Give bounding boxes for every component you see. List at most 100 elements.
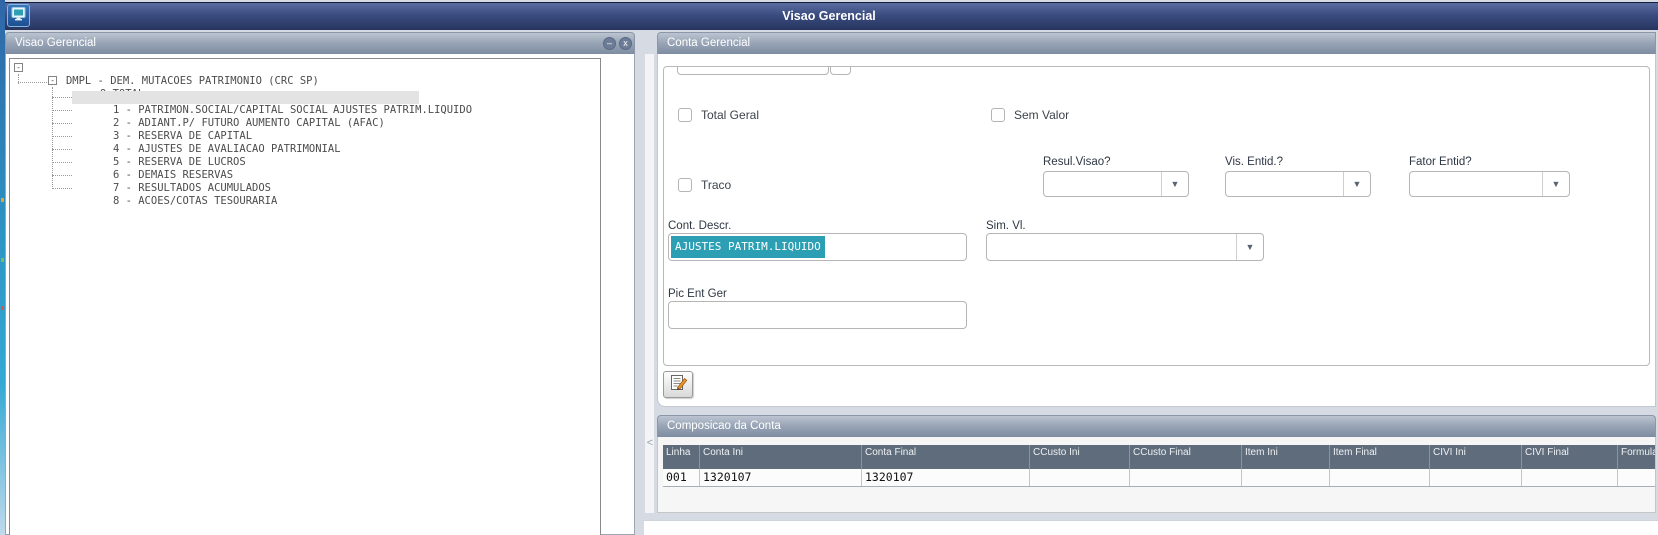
conta-gerencial-title: Conta Gerencial (667, 37, 751, 49)
pic-ent-ger-label: Pic Ent Ger (668, 288, 727, 300)
total-geral-label: Total Geral (701, 108, 760, 122)
tree-item-8[interactable]: 8 - ACOES/COTAS TESOURARIA (75, 182, 277, 207)
resul-visao-label: Resul.Visao? (1043, 156, 1111, 168)
cell-item-final (1330, 469, 1430, 486)
tree-item-3[interactable]: 3 - RESERVA DE CAPITAL (75, 117, 252, 142)
composicao-body: Linha Conta Ini Conta Final CCusto Ini C… (657, 437, 1656, 513)
cont-descr-input[interactable]: AJUSTES PATRIM.LIQUIDO (668, 233, 967, 261)
cont-descr-selected-text: AJUSTES PATRIM.LIQUIDO (671, 236, 825, 258)
left-panel-title: Visao Gerencial (15, 37, 96, 49)
edit-note-icon (669, 373, 688, 397)
tree-connector (52, 188, 72, 189)
fator-entid-label: Fator Entid? (1409, 156, 1472, 168)
tree-item-1[interactable]: 1 - PATRIMON.SOCIAL/CAPITAL SOCIAL (75, 91, 328, 116)
pic-ent-ger-input[interactable] (668, 301, 967, 329)
tree-item-label: 8 - ACOES/COTAS TESOURARIA (112, 195, 278, 207)
cell-item-ini (1242, 469, 1330, 486)
minus-glyph: - (50, 76, 55, 85)
resul-visao-value (1044, 172, 1161, 196)
sim-vl-label: Sim. Vl. (986, 220, 1026, 232)
tree-item-6[interactable]: 6 - DEMAIS RESERVAS (75, 156, 233, 181)
vis-entid-label: Vis. Entid.? (1225, 156, 1283, 168)
conta-gerencial-header: Conta Gerencial (657, 32, 1656, 54)
minimize-icon: – (606, 38, 612, 48)
edit-note-button[interactable] (663, 371, 693, 398)
table-row[interactable]: 001 1320107 1320107 (663, 469, 1655, 487)
tree-connector (52, 87, 53, 189)
fator-entid-combo[interactable]: ▼ (1409, 171, 1570, 197)
grid-col-header: Formula (1621, 447, 1656, 458)
tree-item-7[interactable]: 7 - RESULTADOS ACUMULADOS (75, 169, 271, 194)
traco-checkbox[interactable] (678, 178, 692, 192)
visao-gerencial-window: Visao Gerencial Visao Gerencial – x - DM… (0, 0, 1658, 535)
tree-expander-icon[interactable]: - (14, 63, 23, 72)
collapse-left-icon[interactable]: < (645, 436, 655, 450)
close-button[interactable]: x (619, 37, 632, 50)
cell-conta-ini: 1320107 (700, 469, 862, 486)
app-menu-button[interactable] (7, 4, 30, 27)
cell-formula (1618, 469, 1655, 486)
minimize-button[interactable]: – (603, 37, 616, 50)
cell-civi-ini (1430, 469, 1522, 486)
cell-civi-final (1522, 469, 1618, 486)
grid-col-header: Conta Final (862, 445, 1030, 469)
cell-linha: 001 (663, 469, 700, 486)
tree-item-2[interactable]: 2 - ADIANT.P/ FUTURO AUMENTO CAPITAL (AF… (75, 104, 385, 129)
tree-root-node[interactable]: DMPL - DEM. MUTACOES PATRIMONIO (CRC SP) (28, 62, 319, 87)
chevron-left-glyph: < (646, 437, 654, 449)
left-panel-header: Visao Gerencial (5, 32, 635, 54)
grid-col-header: CIVI Final (1522, 445, 1618, 469)
composicao-title: Composicao da Conta (667, 420, 781, 432)
grid-col-header: Linha (663, 445, 700, 469)
chevron-down-icon[interactable]: ▼ (1343, 172, 1370, 196)
chevron-down-icon[interactable]: ▼ (1542, 172, 1569, 196)
sem-valor-label: Sem Valor (1014, 108, 1070, 122)
tree-connector (52, 136, 72, 137)
grid-col-header: CIVI Ini (1430, 445, 1522, 469)
vis-entid-combo[interactable]: ▼ (1225, 171, 1371, 197)
tree-connector (52, 123, 72, 124)
tree-item-4[interactable]: 4 - AJUSTES DE AVALIACAO PATRIMONIAL (75, 130, 341, 155)
resul-visao-combo[interactable]: ▼ (1043, 171, 1189, 197)
tree-connector (52, 175, 72, 176)
account-tree: - DMPL - DEM. MUTACOES PATRIMONIO (CRC S… (9, 58, 601, 535)
background-window-edge (0, 0, 5, 535)
cell-conta-final: 1320107 (862, 469, 1030, 486)
background-speck (1, 258, 4, 262)
sim-vl-value (987, 234, 1236, 260)
vis-entid-value (1226, 172, 1343, 196)
total-geral-checkbox[interactable] (678, 108, 692, 122)
top-partial-field[interactable] (677, 67, 829, 75)
chevron-down-icon[interactable]: ▼ (1161, 172, 1188, 196)
grid-col-header: Conta Ini (700, 445, 862, 469)
composicao-header: Composicao da Conta (657, 415, 1656, 437)
background-speck (1, 306, 4, 310)
cell-ccusto-final (1130, 469, 1242, 486)
sim-vl-combo[interactable]: ▼ (986, 233, 1264, 261)
window-titlebar: Visao Gerencial (0, 2, 1658, 30)
minus-glyph: - (16, 63, 21, 72)
cell-ccusto-ini (1030, 469, 1130, 486)
tree-connector (52, 162, 72, 163)
tree-item-5[interactable]: 5 - RESERVA DE LUCROS (75, 143, 246, 168)
tree-item-1-extra: AJUSTES PATRIM.LIQUIDO (295, 91, 472, 116)
composicao-grid: Linha Conta Ini Conta Final CCusto Ini C… (663, 445, 1656, 487)
window-title: Visao Gerencial (782, 9, 876, 23)
monitor-icon (10, 5, 27, 27)
traco-label: Traco (701, 178, 732, 192)
tree-connector (52, 149, 72, 150)
top-partial-dropdown-button[interactable] (830, 67, 851, 75)
grid-col-header: CCusto Final (1130, 445, 1242, 469)
bottom-strip (644, 520, 1658, 535)
grid-header-row: Linha Conta Ini Conta Final CCusto Ini C… (663, 445, 1656, 469)
tree-expander-icon[interactable]: - (48, 76, 57, 85)
close-icon: x (623, 38, 628, 48)
chevron-down-icon[interactable]: ▼ (1236, 234, 1263, 260)
grid-col-header: Item Ini (1242, 445, 1330, 469)
sem-valor-checkbox[interactable] (991, 108, 1005, 122)
cont-descr-label: Cont. Descr. (668, 220, 732, 232)
conta-gerencial-form: Total Geral Sem Valor Traco Resul.Visao?… (663, 66, 1650, 366)
tree-group-node[interactable]: 9-TOTAL (62, 75, 144, 100)
fator-entid-value (1410, 172, 1542, 196)
background-speck (1, 198, 4, 202)
